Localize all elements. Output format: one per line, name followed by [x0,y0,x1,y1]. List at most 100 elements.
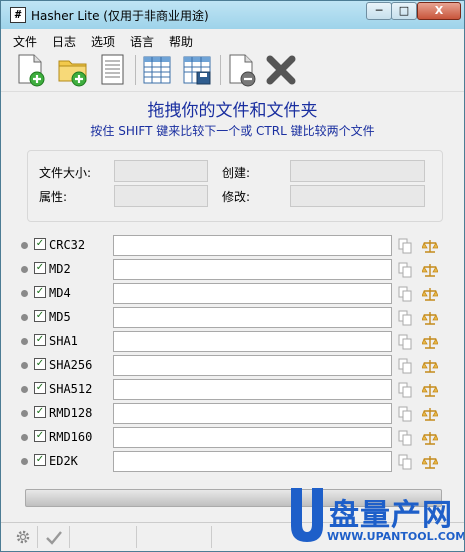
hash-row-rmd160: ✓ RMD160 [1,426,464,448]
table-icon[interactable] [141,53,173,87]
hash-checkbox[interactable]: ✓ [34,382,46,394]
hash-checkbox[interactable]: ✓ [34,358,46,370]
hash-name-label: MD2 [49,262,71,276]
checkmark-icon[interactable] [45,529,63,545]
status-separator [37,526,38,548]
hash-checkbox[interactable]: ✓ [34,310,46,322]
status-dot [21,266,28,273]
menu-help[interactable]: 帮助 [169,33,193,50]
hash-value-field[interactable] [113,235,392,256]
copy-icon[interactable] [398,238,412,254]
watermark-logo: 盘量产网 WWW.UPANTOOL.COM [287,484,465,550]
hash-name-label: SHA1 [49,334,78,348]
status-dot [21,242,28,249]
created-field [290,160,425,182]
compare-scale-icon[interactable] [422,382,438,398]
menu-file[interactable]: 文件 [13,33,37,50]
clear-icon[interactable] [265,53,297,87]
hash-value-field[interactable] [113,307,392,328]
hash-value-field[interactable] [113,427,392,448]
status-separator [69,526,70,548]
menu-options[interactable]: 选项 [91,33,115,50]
watermark-brand: 盘量产网 [329,498,453,533]
hash-value-field[interactable] [113,403,392,424]
status-separator [211,526,212,548]
hash-checkbox[interactable]: ✓ [34,430,46,442]
hash-value-field[interactable] [113,451,392,472]
app-hash-icon: # [10,7,26,23]
compare-scale-icon[interactable] [422,310,438,326]
hash-checkbox[interactable]: ✓ [34,334,46,346]
drop-zone-title[interactable]: 拖拽你的文件和文件夹 [1,96,464,121]
hash-value-field[interactable] [113,331,392,352]
hash-checkbox[interactable]: ✓ [34,238,46,250]
compare-scale-icon[interactable] [422,238,438,254]
hash-name-label: SHA512 [49,382,93,396]
hash-value-field[interactable] [113,379,392,400]
compare-scale-icon[interactable] [422,454,438,470]
menu-language[interactable]: 语言 [130,33,154,50]
hash-row-sha256: ✓ SHA256 [1,354,464,376]
hash-name-label: MD5 [49,310,71,324]
compare-scale-icon[interactable] [422,334,438,350]
compare-scale-icon[interactable] [422,286,438,302]
hash-checkbox[interactable]: ✓ [34,262,46,274]
hash-checkbox[interactable]: ✓ [34,406,46,418]
maximize-button[interactable]: □ [391,2,417,20]
status-separator [136,526,137,548]
modified-label: 修改: [222,190,251,204]
status-dot [21,338,28,345]
hash-name-label: MD4 [49,286,71,300]
toolbar [1,49,464,92]
add-folder-icon[interactable] [57,53,89,87]
hash-checkbox[interactable]: ✓ [34,286,46,298]
copy-icon[interactable] [398,430,412,446]
hash-value-field[interactable] [113,283,392,304]
compare-scale-icon[interactable] [422,406,438,422]
menu-log[interactable]: 日志 [52,33,76,50]
status-dot [21,458,28,465]
watermark-site: WWW.UPANTOOL.COM [327,530,465,543]
status-dot [21,410,28,417]
hash-name-label: RMD128 [49,406,93,420]
compare-scale-icon[interactable] [422,430,438,446]
copy-icon[interactable] [398,454,412,470]
save-table-icon[interactable] [181,53,213,87]
hash-value-field[interactable] [113,259,392,280]
copy-icon[interactable] [398,334,412,350]
hash-name-label: CRC32 [49,238,86,252]
copy-icon[interactable] [398,358,412,374]
hash-checkbox[interactable]: ✓ [34,454,46,466]
attributes-field [114,185,208,207]
gear-icon[interactable] [15,529,31,545]
file-size-field [114,160,208,182]
hash-name-label: ED2K [49,454,78,468]
hash-value-field[interactable] [113,355,392,376]
title-bar[interactable]: # Hasher Lite (仅用于非商业用途) ─ □ X [1,1,464,29]
hash-name-label: SHA256 [49,358,93,372]
copy-icon[interactable] [398,406,412,422]
app-window: # Hasher Lite (仅用于非商业用途) ─ □ X 文件 日志 选项 … [0,0,465,552]
hash-row-sha1: ✓ SHA1 [1,330,464,352]
compare-scale-icon[interactable] [422,262,438,278]
close-button[interactable]: X [417,2,461,20]
hash-row-md5: ✓ MD5 [1,306,464,328]
window-title: Hasher Lite (仅用于非商业用途) [31,9,209,23]
remove-file-icon[interactable] [226,53,258,87]
toolbar-separator [135,55,136,85]
copy-icon[interactable] [398,262,412,278]
hash-row-md4: ✓ MD4 [1,282,464,304]
status-dot [21,434,28,441]
created-label: 创建: [222,166,251,180]
copy-icon[interactable] [398,382,412,398]
copy-icon[interactable] [398,310,412,326]
compare-scale-icon[interactable] [422,358,438,374]
attributes-label: 属性: [39,190,68,204]
document-icon[interactable] [97,53,129,87]
watermark-u-logo [291,488,323,542]
copy-icon[interactable] [398,286,412,302]
add-file-icon[interactable] [15,53,47,87]
minimize-button[interactable]: ─ [366,2,392,20]
status-dot [21,290,28,297]
main-content: 拖拽你的文件和文件夹 按住 SHIFT 键来比较下一个或 CTRL 键比较两个文… [1,92,464,522]
